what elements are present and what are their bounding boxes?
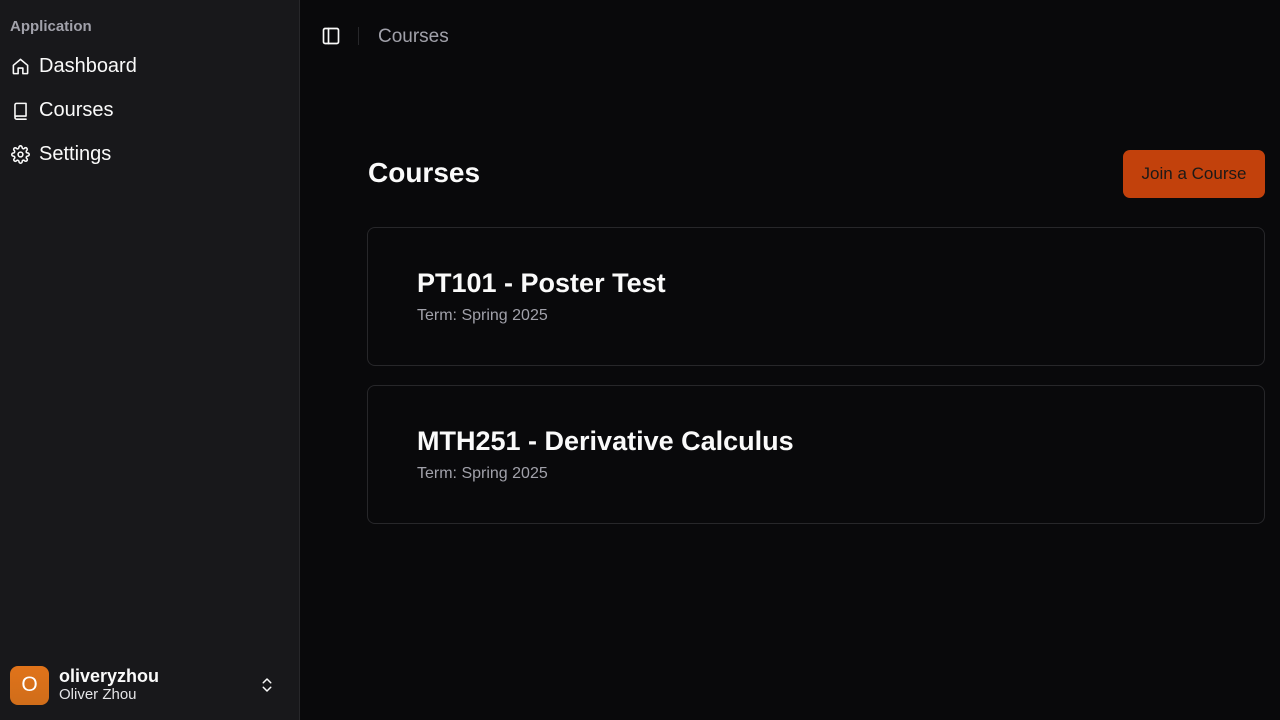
sidebar-item-label: Settings	[39, 142, 112, 165]
page-title: Courses	[368, 157, 481, 188]
sidebar-item-label: Dashboard	[39, 54, 137, 77]
course-term: Term: Spring 2025	[417, 307, 548, 324]
sidebar-item-dashboard[interactable]: Dashboard	[0, 44, 300, 88]
topbar: Courses	[300, 0, 1280, 72]
user-handle: oliveryzhou	[59, 666, 160, 686]
home-icon	[10, 56, 30, 76]
course-title: MTH251 - Derivative Calculus	[417, 426, 794, 456]
user-menu[interactable]: O oliveryzhou Oliver Zhou	[10, 665, 290, 705]
user-info: oliveryzhou Oliver Zhou	[59, 666, 159, 704]
course-title: PT101 - Poster Test	[417, 268, 666, 298]
book-icon	[10, 100, 30, 120]
topbar-divider	[358, 27, 359, 45]
sidebar-nav: Dashboard Courses Settings	[0, 44, 300, 176]
sidebar-toggle-icon	[322, 27, 340, 45]
sidebar-item-courses[interactable]: Courses	[0, 88, 300, 132]
sidebar: Application Dashboard Courses Settings O…	[0, 0, 300, 720]
course-card-pt101[interactable]: PT101 - Poster Test Term: Spring 2025	[367, 227, 1265, 366]
course-card-mth251[interactable]: MTH251 - Derivative Calculus Term: Sprin…	[367, 385, 1265, 524]
gear-icon	[10, 144, 30, 164]
sidebar-item-label: Courses	[39, 98, 114, 121]
avatar: O	[10, 665, 49, 705]
breadcrumb: Courses	[378, 26, 449, 47]
sidebar-toggle-button[interactable]	[320, 25, 342, 47]
course-term: Term: Spring 2025	[417, 465, 548, 482]
chevron-up-down-icon	[258, 675, 276, 695]
sidebar-group-label: Application	[10, 18, 92, 35]
user-name: Oliver Zhou	[59, 686, 137, 703]
join-course-button[interactable]: Join a Course	[1123, 150, 1265, 198]
sidebar-item-settings[interactable]: Settings	[0, 132, 300, 176]
main-content: Courses Courses Join a Course PT101 - Po…	[300, 0, 1280, 720]
